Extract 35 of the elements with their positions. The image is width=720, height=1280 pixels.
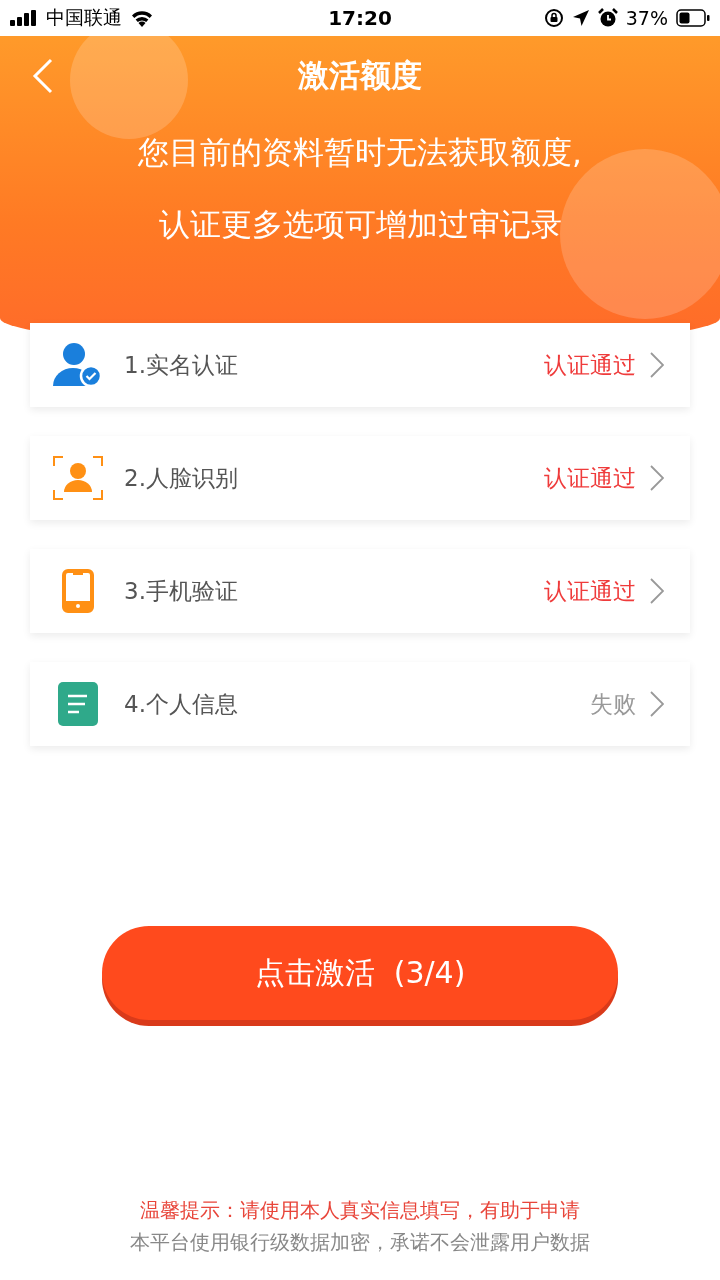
status-text: 认证通过 [544,350,636,380]
item-label: 2.人脸识别 [124,463,239,493]
alarm-icon [597,8,618,28]
page-title: 激活额度 [297,56,423,95]
chevron-right-icon [650,465,664,491]
item-label: 3.手机验证 [124,576,239,606]
verification-item[interactable]: 2.人脸识别 认证通过 [30,436,690,520]
battery-percentage: 37% [625,7,668,29]
status-text: 认证通过 [544,463,636,493]
notice-text: 认证更多选项可增加过审记录 [158,205,562,244]
back-icon [32,58,54,94]
carrier-name: 中国联通 [46,5,122,30]
item-label: 4.个人信息 [124,689,239,719]
user-check-icon [53,342,103,388]
location-icon [571,9,590,27]
verification-item[interactable]: 1.实名认证 认证通过 [30,323,690,407]
face-scan-icon [53,456,103,500]
clock-time: 17:20 [327,6,393,30]
phone-icon [62,569,94,613]
rotation-lock-icon [543,8,564,28]
verification-item[interactable]: 4.个人信息 失败 [30,662,690,746]
battery-icon [676,9,710,27]
chevron-right-icon [650,578,664,604]
document-icon [58,682,98,726]
chevron-right-icon [650,352,664,378]
status-text: 失败 [590,689,636,719]
signal-icon [10,10,38,26]
status-text: 认证通过 [544,576,636,606]
security-note: 本平台使用银行级数据加密，承诺不会泄露用户数据 [129,1229,591,1256]
tip-text: 温馨提示：请使用本人真实信息填写，有助于申请 [139,1197,581,1224]
notice-text: 您目前的资料暂时无法获取额度, [138,133,582,172]
verification-item[interactable]: 3.手机验证 认证通过 [30,549,690,633]
chevron-right-icon [650,691,664,717]
item-label: 1.实名认证 [124,350,239,380]
wifi-icon [130,9,154,27]
